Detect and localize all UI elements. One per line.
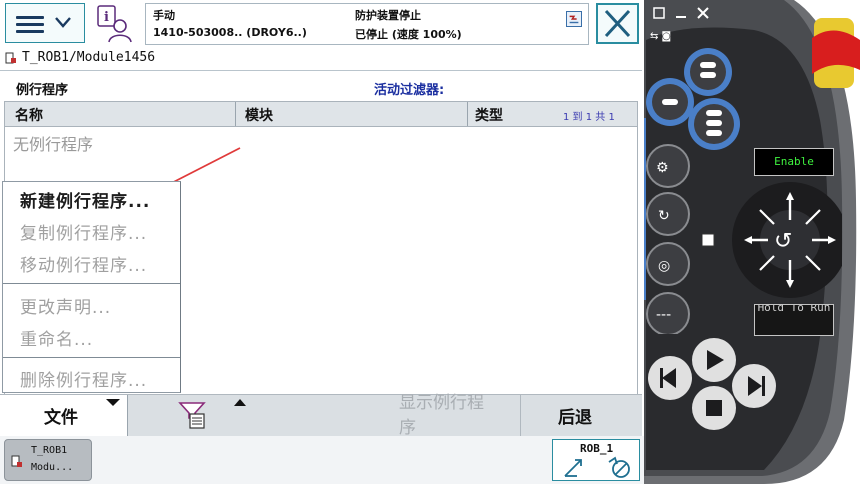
command-bar: 文件 显示例行程序 后退 [0, 393, 642, 438]
minimize-icon[interactable] [674, 6, 688, 20]
virtual-pendant: ⇆ ◙ ⚙ ↻ ◎ --- ↺ Enable Hold To Run [644, 0, 864, 484]
module-icon [5, 52, 16, 64]
status-icon [566, 11, 582, 27]
run-state: 已停止 (速度 100%) [355, 28, 462, 41]
active-filter-label: 活动过滤器: [374, 83, 445, 98]
close-icon[interactable] [696, 6, 710, 20]
caret-down-icon [106, 399, 120, 406]
operating-mode: 手动 [153, 9, 175, 22]
svg-text:↻: ↻ [658, 208, 670, 224]
svg-text:⇆ ◙: ⇆ ◙ [650, 31, 671, 42]
safety-state: 防护装置停止 [355, 9, 421, 22]
menu-item-copy-routine[interactable]: 复制例行程序... [20, 219, 147, 244]
info-user-icon[interactable]: i [95, 4, 135, 44]
run-controls [648, 338, 776, 430]
empty-list-text: 无例行程序 [13, 135, 94, 154]
pin-icon[interactable]: ⇆ ◙ [650, 28, 690, 42]
back-button[interactable]: 后退 [520, 395, 642, 437]
jog-mode-buttons: ⚙ ↻ ◎ --- [646, 144, 690, 334]
file-menu-popup: 新建例行程序... 复制例行程序... 移动例行程序... 更改声明... 重命… [2, 181, 181, 393]
menu-divider [3, 357, 180, 358]
menu-item-rename[interactable]: 重命名... [20, 325, 93, 350]
task-module: Modu... [31, 462, 74, 473]
close-button[interactable] [596, 3, 639, 44]
close-icon [604, 9, 631, 38]
window-title-bar: T_ROB1/Module1456 [0, 48, 642, 71]
menu-item-new-routine[interactable]: 新建例行程序... [20, 187, 150, 212]
main-menu-button[interactable] [5, 3, 85, 43]
restore-icon[interactable] [652, 6, 666, 20]
chevron-down-icon [55, 17, 71, 28]
enable-button[interactable]: Enable [754, 148, 834, 176]
quickset-robot-button[interactable]: ROB_1 [552, 439, 640, 481]
svg-text:⚙: ⚙ [656, 160, 669, 176]
svg-text:↺: ↺ [774, 229, 792, 254]
task-name: T_ROB1 [31, 445, 68, 456]
column-divider [235, 102, 236, 126]
window-title: T_ROB1/Module1456 [22, 50, 156, 65]
taskbar: T_ROB1 Modu... ROB_1 [0, 436, 644, 484]
column-name[interactable]: 名称 [15, 105, 43, 125]
routine-table-header: 名称 模块 类型 1 到 1 共 1 [4, 101, 638, 127]
menu-divider [3, 283, 180, 284]
section-title: 例行程序 [16, 83, 69, 98]
emergency-stop-button[interactable] [804, 14, 864, 94]
menu-item-move-routine[interactable]: 移动例行程序... [20, 251, 147, 276]
filter-button[interactable] [129, 395, 251, 437]
menu-item-change-declaration[interactable]: 更改声明... [20, 293, 111, 318]
svg-text:---: --- [656, 307, 671, 323]
status-panel[interactable]: 手动 1410-503008.. (DROY6..) 防护装置停止 已停止 (速… [145, 3, 589, 45]
menu-icon [16, 16, 44, 33]
window-controls [644, 6, 724, 24]
joystick-icon[interactable]: ↺ [702, 176, 842, 306]
file-menu-label: 文件 [44, 408, 78, 428]
menu-item-delete-routine[interactable]: 删除例行程序... [20, 366, 147, 391]
module-icon [11, 455, 22, 467]
caret-up-icon [234, 399, 246, 406]
paging-info: 1 到 1 共 1 [563, 112, 615, 123]
svg-text:◎: ◎ [658, 258, 670, 274]
file-menu-button[interactable]: 文件 [0, 395, 128, 437]
enable-label: Enable [774, 155, 814, 168]
filter-icon [178, 402, 206, 429]
column-divider [467, 102, 468, 126]
show-routine-button[interactable]: 显示例行程序 [399, 391, 489, 441]
controller-name: 1410-503008.. (DROY6..) [153, 26, 307, 39]
top-bar: i 手动 1410-503008.. (DROY6..) 防护装置停止 已停止 … [0, 0, 644, 48]
column-module[interactable]: 模块 [245, 105, 273, 125]
svg-text:i: i [104, 10, 109, 25]
robot-axes-icon [564, 456, 630, 478]
flexpendant-screen: i 手动 1410-503008.. (DROY6..) 防护装置停止 已停止 … [0, 0, 644, 484]
back-label: 后退 [558, 408, 592, 428]
column-type[interactable]: 类型 [475, 105, 503, 125]
task-module-button[interactable]: T_ROB1 Modu... [4, 439, 92, 481]
hold-to-run-label: Hold To Run [757, 304, 831, 314]
programmable-keys [646, 48, 740, 150]
